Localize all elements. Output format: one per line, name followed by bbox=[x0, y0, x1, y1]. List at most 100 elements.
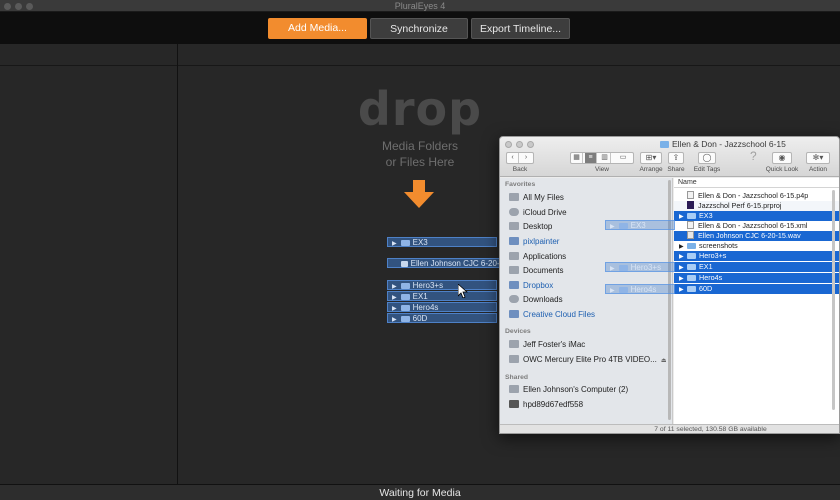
tag-icon[interactable]: ◯ bbox=[698, 152, 716, 164]
drag-ghost-item: ▶ EX1 bbox=[387, 291, 497, 301]
export-timeline-button[interactable]: Export Timeline... bbox=[471, 18, 570, 39]
main-toolbar: Add Media... Synchronize Export Timeline… bbox=[0, 12, 840, 44]
back-label: Back bbox=[512, 166, 528, 173]
disclosure-triangle-icon[interactable]: ▶ bbox=[679, 242, 687, 251]
folder-icon bbox=[660, 141, 669, 148]
dropbox-icon bbox=[509, 281, 519, 289]
file-row[interactable]: ▶ EX1 bbox=[674, 262, 839, 272]
file-row[interactable]: Jazzschol Perf 6-15.prproj bbox=[674, 201, 839, 211]
drag-ghost-item: ▶ EX3 bbox=[605, 220, 675, 230]
folder-icon bbox=[687, 264, 696, 270]
arrange-label: Arrange bbox=[639, 166, 663, 173]
share-icon[interactable]: ⇪ bbox=[668, 152, 684, 164]
help-icon[interactable]: ? bbox=[750, 149, 757, 163]
status-text: Waiting for Media bbox=[379, 487, 461, 499]
disclosure-triangle-icon[interactable]: ▶ bbox=[679, 274, 687, 283]
file-row[interactable]: Ellen & Don - Jazzschool 6-15.xml bbox=[674, 221, 839, 231]
home-icon bbox=[509, 237, 519, 245]
finder-title: Ellen & Don - Jazzschool 6-15 bbox=[660, 138, 786, 150]
drag-ghost-item: ▶ EX3 bbox=[387, 237, 497, 247]
folder-icon bbox=[687, 253, 696, 259]
cloud-icon bbox=[509, 208, 519, 216]
eject-icon[interactable]: ⏏ bbox=[661, 358, 667, 364]
documents-icon bbox=[509, 266, 519, 274]
list-view-icon[interactable]: ≡ bbox=[585, 153, 597, 163]
synchronize-button[interactable]: Synchronize bbox=[370, 18, 468, 39]
disclosure-triangle-icon[interactable]: ▶ bbox=[679, 252, 687, 261]
arrow-pointer-icon bbox=[458, 284, 468, 298]
folder-icon bbox=[687, 243, 696, 249]
file-row[interactable]: ▶ 60D bbox=[674, 284, 839, 294]
drag-ghost-item: ▶ Hero4s bbox=[387, 302, 497, 312]
timeline-header bbox=[178, 44, 840, 66]
file-row[interactable]: Ellen & Don - Jazzschool 6-15.p4p bbox=[674, 191, 839, 201]
arrange-button[interactable]: ⊞▾ bbox=[640, 152, 662, 164]
file-list-scrollbar[interactable] bbox=[832, 190, 835, 410]
sidebar-item-dropbox[interactable]: Dropbox bbox=[509, 281, 553, 291]
drop-instructions-line-1: Media Folders bbox=[381, 139, 459, 153]
column-view-icon[interactable]: ▥ bbox=[599, 153, 611, 163]
sidebar-item-ellen-computer[interactable]: Ellen Johnson's Computer (2) bbox=[509, 385, 628, 395]
sidebar-scrollbar[interactable] bbox=[668, 180, 671, 420]
drag-ghost-item: ▶ 60D bbox=[387, 313, 497, 323]
sidebar-item-pixlpainter[interactable]: pixlpainter bbox=[509, 237, 559, 247]
gear-icon[interactable]: ✻▾ bbox=[806, 152, 830, 164]
drag-ghost-item: ▶ Hero4s bbox=[605, 284, 675, 294]
title-bar: PluralEyes 4 bbox=[0, 0, 840, 12]
sidebar-item-owc-drive[interactable]: OWC Mercury Elite Pro 4TB VIDEO... ⏏ bbox=[509, 355, 666, 366]
chevron-left-icon[interactable]: ‹ bbox=[507, 153, 519, 163]
shared-heading: Shared bbox=[505, 374, 529, 381]
eye-icon[interactable]: ◉ bbox=[772, 152, 792, 164]
name-column-header[interactable]: Name bbox=[674, 178, 839, 188]
file-row[interactable]: ▶ screenshots bbox=[674, 241, 839, 251]
back-forward-control[interactable]: ‹ › bbox=[506, 152, 534, 164]
sidebar-item-all-my-files[interactable]: All My Files bbox=[509, 193, 564, 203]
folder-icon bbox=[687, 213, 696, 219]
sidebar-item-downloads[interactable]: Downloads bbox=[509, 295, 563, 305]
desktop-icon bbox=[509, 222, 519, 230]
document-icon bbox=[687, 221, 694, 229]
drag-ghost-item: ▶ Hero3+s bbox=[605, 262, 675, 272]
sidebar-item-desktop[interactable]: Desktop bbox=[509, 222, 552, 232]
view-mode-control[interactable]: ▦ ≡ ▥ ▭ bbox=[570, 152, 634, 164]
audio-file-icon bbox=[687, 231, 694, 239]
folder-icon bbox=[687, 275, 696, 281]
disclosure-triangle-icon[interactable]: ▶ bbox=[679, 285, 687, 294]
finder-file-list: Name Ellen & Don - Jazzschool 6-15.p4p J… bbox=[674, 178, 839, 424]
favorites-heading: Favorites bbox=[505, 181, 536, 188]
add-media-button[interactable]: Add Media... bbox=[268, 18, 367, 39]
action-label: Action bbox=[808, 166, 828, 173]
sidebar-item-applications[interactable]: Applications bbox=[509, 252, 566, 262]
folder-icon bbox=[509, 310, 519, 318]
sidebar-item-imac[interactable]: Jeff Foster's iMac bbox=[509, 340, 585, 350]
chevron-right-icon[interactable]: › bbox=[520, 153, 532, 163]
sidebar-item-hpd[interactable]: hpd89d67edf558 bbox=[509, 400, 583, 410]
finder-zoom-icon[interactable] bbox=[527, 141, 534, 148]
finder-close-icon[interactable] bbox=[505, 141, 512, 148]
status-bar: Waiting for Media bbox=[0, 484, 840, 500]
file-row[interactable]: ▶ Hero4s bbox=[674, 273, 839, 283]
media-bin-header bbox=[0, 44, 177, 66]
icon-view-icon[interactable]: ▦ bbox=[571, 153, 583, 163]
cover-flow-icon[interactable]: ▭ bbox=[613, 153, 633, 163]
devices-heading: Devices bbox=[505, 328, 531, 335]
sidebar-item-creative-cloud[interactable]: Creative Cloud Files bbox=[509, 310, 595, 320]
sidebar-item-documents[interactable]: Documents bbox=[509, 266, 563, 276]
file-row[interactable]: ▶ Hero3+s bbox=[674, 251, 839, 261]
disclosure-triangle-icon[interactable]: ▶ bbox=[679, 263, 687, 272]
window-title: PluralEyes 4 bbox=[394, 1, 446, 11]
quick-look-label: Quick Look bbox=[765, 166, 799, 173]
drop-instructions: Media Folders or Files Here bbox=[330, 138, 510, 170]
drop-instructions-line-2: or Files Here bbox=[385, 155, 455, 169]
file-row[interactable]: ▶ EX3 bbox=[674, 211, 839, 221]
file-row[interactable]: Ellen Johnson CJC 6-20-15.wav bbox=[674, 231, 839, 241]
finder-minimize-icon[interactable] bbox=[516, 141, 523, 148]
printer-icon bbox=[509, 400, 519, 408]
pluraleyes-window: PluralEyes 4 Add Media... Synchronize Ex… bbox=[0, 0, 840, 500]
folder-icon bbox=[687, 286, 696, 292]
drop-headline: drop bbox=[357, 82, 483, 136]
sidebar-item-icloud-drive[interactable]: iCloud Drive bbox=[509, 208, 567, 218]
drag-ghost-item: ▶ Hero3+s bbox=[387, 280, 497, 290]
premiere-project-icon bbox=[687, 201, 694, 209]
disclosure-triangle-icon[interactable]: ▶ bbox=[679, 212, 687, 221]
